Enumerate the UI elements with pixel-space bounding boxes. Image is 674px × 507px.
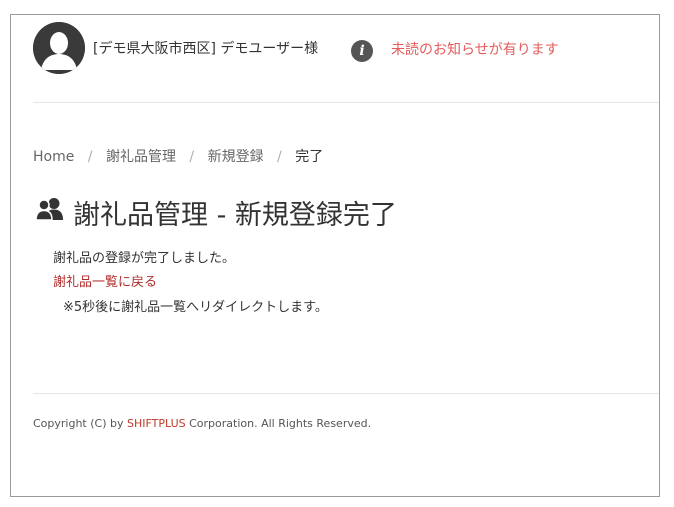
breadcrumb: Home / 謝礼品管理 / 新規登録 / 完了 — [33, 146, 323, 166]
page-title: 謝礼品管理 - 新規登録完了 — [73, 200, 397, 231]
header-divider — [33, 102, 659, 103]
completion-message: 謝礼品の登録が完了しました。 — [53, 251, 236, 266]
breadcrumb-home[interactable]: Home — [33, 149, 74, 165]
copyright-prefix: Copyright (C) by — [33, 417, 127, 430]
avatar[interactable] — [33, 22, 85, 74]
info-icon[interactable]: i — [351, 40, 373, 62]
redirect-note: ※5秒後に謝礼品一覧へリダイレクトします。 — [63, 300, 328, 315]
back-to-list-link[interactable]: 謝礼品一覧に戻る — [53, 271, 157, 290]
company-link[interactable]: SHIFTPLUS — [127, 417, 186, 430]
breadcrumb-separator: / — [277, 149, 282, 165]
footer-divider — [33, 393, 659, 394]
breadcrumb-section[interactable]: 謝礼品管理 — [106, 149, 176, 165]
header: [デモ県大阪市西区] デモユーザー様 i 未読のお知らせが有ります — [11, 15, 659, 103]
users-icon — [35, 197, 65, 228]
breadcrumb-separator: / — [87, 149, 93, 165]
breadcrumb-current: 完了 — [295, 149, 324, 165]
unread-notice-link[interactable]: 未読のお知らせが有ります — [391, 39, 559, 59]
breadcrumb-page[interactable]: 新規登録 — [208, 149, 264, 165]
user-silhouette-icon — [33, 22, 85, 74]
user-name: [デモ県大阪市西区] デモユーザー様 — [93, 41, 319, 57]
page-frame: [デモ県大阪市西区] デモユーザー様 i 未読のお知らせが有ります Home /… — [10, 14, 660, 497]
footer-copyright: Copyright (C) by SHIFTPLUS Corporation. … — [33, 417, 371, 430]
breadcrumb-separator: / — [189, 149, 195, 165]
copyright-suffix: Corporation. All Rights Reserved. — [185, 417, 372, 430]
page-title-row: 謝礼品管理 - 新規登録完了 — [35, 193, 397, 232]
